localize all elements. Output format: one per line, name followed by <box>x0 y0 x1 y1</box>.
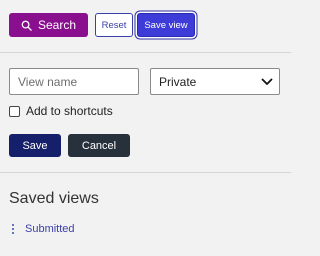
saved-views-heading: Saved views <box>9 190 99 207</box>
saved-view-item: Submitted <box>9 223 75 235</box>
divider <box>0 172 291 173</box>
toolbar: Search Reset Save view <box>9 13 195 37</box>
search-button-label: Search <box>37 18 77 32</box>
search-button[interactable]: Search <box>9 13 88 37</box>
add-to-shortcuts-label[interactable]: Add to shortcuts <box>26 104 113 118</box>
save-button[interactable]: Save <box>9 134 61 157</box>
chevron-down-icon <box>261 75 273 89</box>
saved-view-link[interactable]: Submitted <box>25 223 75 235</box>
kebab-menu-icon[interactable] <box>9 224 17 234</box>
add-to-shortcuts: Add to shortcuts <box>9 104 113 118</box>
reset-button[interactable]: Reset <box>95 13 133 37</box>
privacy-select-value: Private <box>159 74 197 89</box>
search-icon <box>21 20 32 31</box>
privacy-select[interactable]: Private <box>150 68 280 95</box>
save-view-button[interactable]: Save view <box>137 13 195 37</box>
view-name-input[interactable] <box>9 68 139 95</box>
add-to-shortcuts-checkbox[interactable] <box>9 105 20 117</box>
divider <box>0 52 291 53</box>
cancel-button[interactable]: Cancel <box>68 134 130 157</box>
